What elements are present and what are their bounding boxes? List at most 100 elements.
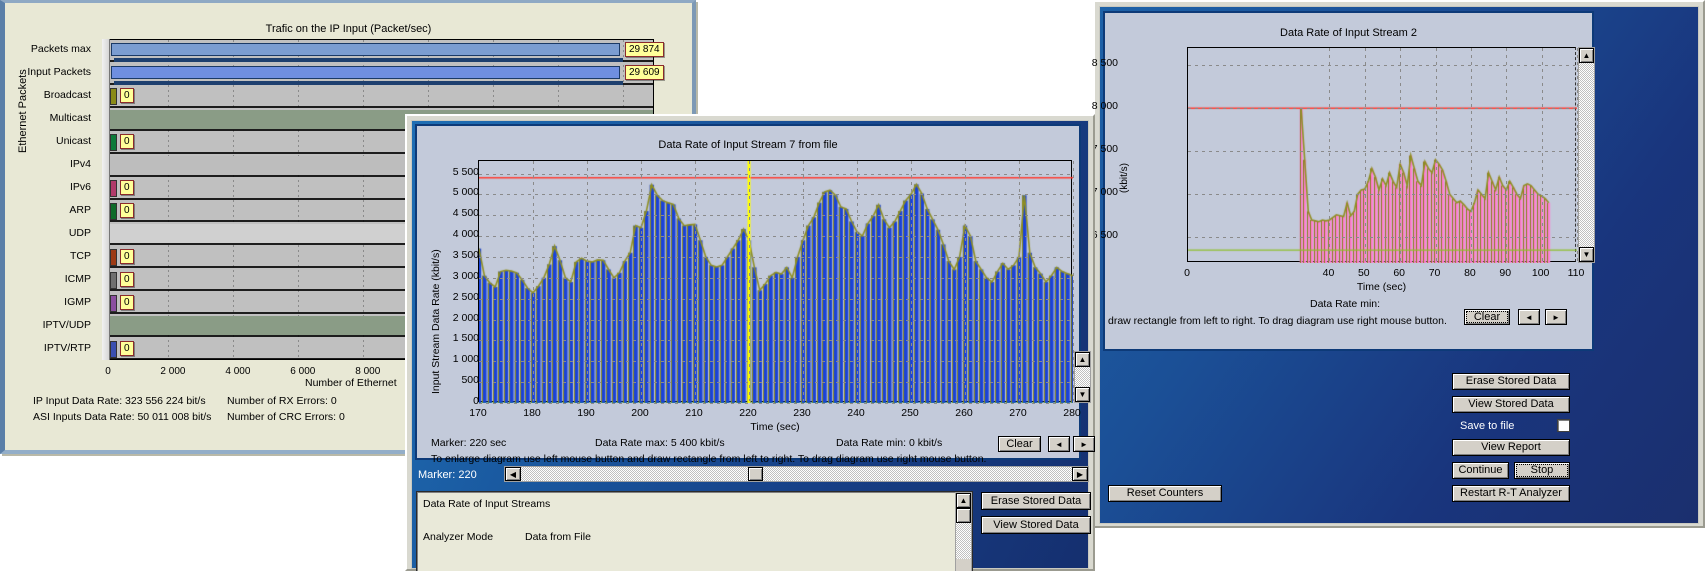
value-box: 0 — [120, 294, 134, 310]
scroll-left-icon[interactable]: ◀ — [505, 467, 521, 481]
stream7-plot-area[interactable] — [478, 160, 1074, 404]
bar-chart-axis-strip — [102, 39, 110, 360]
y-tick-label: 5 000 — [452, 186, 479, 199]
scroll-thumb[interactable] — [956, 508, 971, 523]
grid-line — [297, 40, 299, 359]
grid-line — [167, 40, 169, 359]
stream7-view-stored-data-button[interactable]: View Stored Data — [981, 516, 1091, 534]
grid-line — [479, 340, 1071, 342]
stream2-chart-title: Data Rate of Input Stream 2 — [1280, 27, 1417, 39]
stream7-chart-title: Data Rate of Input Stream 7 from file — [658, 139, 838, 151]
scroll-up-icon[interactable]: ▲ — [1075, 352, 1090, 367]
stream7-chart-panel: Data Rate of Input Stream 7 from file In… — [415, 124, 1095, 465]
y-tick-label: 4 500 — [452, 207, 479, 220]
stop-button[interactable]: Stop — [1514, 462, 1570, 479]
x-tick-label: 200 — [631, 407, 649, 419]
value-box: 29 874 — [625, 42, 664, 58]
grid-line — [1329, 48, 1331, 261]
marker-horizontal-scrollbar[interactable]: ◀ ▶ — [504, 466, 1089, 482]
bar-category-label: Packets max — [30, 43, 91, 56]
scroll-track[interactable] — [1579, 63, 1594, 247]
grid-line — [1188, 237, 1575, 239]
scroll-up-icon[interactable]: ▲ — [1579, 48, 1594, 63]
grid-line — [1188, 65, 1575, 67]
stream2-next-button[interactable]: ► — [1545, 309, 1567, 325]
stream7-data-rate-max-label: Data Rate max: 5 400 kbit/s — [595, 437, 725, 449]
stream7-vertical-scrollbar[interactable]: ▲ ▼ — [1074, 351, 1091, 403]
grid-line — [1364, 48, 1366, 261]
stream2-vertical-scrollbar[interactable]: ▲ ▼ — [1578, 47, 1595, 263]
bar-chart-x-axis-title: Number of Ethernet — [305, 377, 397, 389]
grid-line — [479, 256, 1071, 258]
stream2-y-axis-title: (kbit/s) — [1119, 163, 1130, 193]
scroll-track[interactable] — [521, 467, 1072, 481]
view-stored-data-button[interactable]: View Stored Data — [1452, 396, 1570, 413]
bar-category-label: IPv6 — [69, 181, 91, 194]
grid-line — [641, 161, 642, 401]
restart-rt-analyzer-button[interactable]: Restart R-T Analyzer — [1452, 485, 1570, 502]
y-tick-label: 2 000 — [452, 311, 479, 324]
bar-category-label: IPTV/UDP — [42, 318, 91, 331]
bar-broadcast — [110, 88, 117, 106]
stream2-analyzer-window: Data Rate of Input Stream 2 (kbit/s) 8 5… — [1092, 0, 1705, 528]
stream7-prev-button[interactable]: ◄ — [1048, 436, 1070, 452]
grid-line — [479, 236, 1071, 238]
stream7-marker-label: Marker: 220 sec — [431, 437, 507, 449]
value-box: 0 — [120, 134, 134, 150]
scroll-down-icon[interactable]: ▼ — [1075, 387, 1090, 402]
stream2-clear-button[interactable]: Clear — [1464, 309, 1510, 325]
crc-errors-label: Number of CRC Errors: 0 — [227, 411, 345, 423]
stream7-erase-stored-data-button[interactable]: Erase Stored Data — [981, 492, 1091, 510]
save-to-file-checkbox[interactable] — [1557, 419, 1570, 432]
y-tick-label: 2 500 — [452, 290, 479, 303]
x-tick-label: 250 — [901, 407, 919, 419]
grid-line — [587, 161, 588, 401]
grid-line — [1188, 108, 1575, 110]
stream2-chart-panel: Data Rate of Input Stream 2 (kbit/s) 8 5… — [1092, 11, 1595, 351]
bar-iptv-rtp — [110, 340, 117, 358]
grid-line — [803, 161, 804, 401]
bar-unicast — [110, 134, 117, 152]
y-tick-label: 1 500 — [452, 332, 479, 345]
continue-button[interactable]: Continue — [1452, 462, 1509, 479]
bar-packets-max — [111, 43, 620, 57]
bar-shadow — [114, 58, 623, 63]
erase-stored-data-button[interactable]: Erase Stored Data — [1452, 373, 1570, 390]
scroll-track[interactable] — [1075, 367, 1090, 387]
x-tick-label: 280 — [1063, 407, 1081, 419]
input-streams-listbox[interactable]: Data Rate of Input Streams Analyzer Mode… — [416, 491, 973, 571]
scroll-thumb[interactable] — [748, 467, 763, 481]
bar-category-label: TCP — [70, 249, 91, 262]
listbox-vertical-scrollbar[interactable]: ▲ — [955, 492, 972, 571]
scroll-right-icon[interactable]: ▶ — [1072, 467, 1088, 481]
y-tick-label: 0 — [473, 395, 479, 407]
stream2-x-axis-title: Time (sec) — [1356, 281, 1407, 293]
stream2-data-rate-min-label: Data Rate min: — [1310, 298, 1381, 310]
x-tick-label: 270 — [1009, 407, 1027, 419]
x-tick-label: 230 — [793, 407, 811, 419]
stream7-next-button[interactable]: ► — [1073, 436, 1095, 452]
grid-line — [965, 161, 966, 401]
asi-inputs-data-rate-label: ASI Inputs Data Rate: 50 011 008 bit/s — [33, 411, 212, 423]
stream2-window-body: Data Rate of Input Stream 2 (kbit/s) 8 5… — [1092, 6, 1699, 524]
x-tick-label: 260 — [955, 407, 973, 419]
scroll-up-icon[interactable]: ▲ — [956, 493, 971, 508]
y-tick-label: 4 000 — [452, 228, 479, 241]
grid-line — [479, 194, 1071, 196]
scroll-down-icon[interactable]: ▼ — [1579, 247, 1594, 262]
marker-slider-label: Marker: 220 — [418, 469, 477, 481]
x-tick-label: 110 — [1567, 267, 1585, 279]
view-report-button[interactable]: View Report — [1452, 439, 1570, 456]
stream2-prev-button[interactable]: ◄ — [1518, 309, 1540, 325]
value-box: 0 — [120, 271, 134, 287]
stream2-plot-area[interactable] — [1187, 47, 1578, 263]
x-tick-label: 220 — [739, 407, 757, 419]
value-box: 0 — [120, 202, 134, 218]
stream7-clear-button[interactable]: Clear — [998, 436, 1041, 452]
bar-category-label: IGMP — [64, 295, 91, 308]
grid-line — [749, 161, 750, 401]
value-box: 29 609 — [625, 65, 664, 81]
analyzer-mode-name: Analyzer Mode — [423, 531, 494, 543]
reset-counters-button[interactable]: Reset Counters — [1108, 485, 1222, 502]
grid-line — [695, 161, 696, 401]
